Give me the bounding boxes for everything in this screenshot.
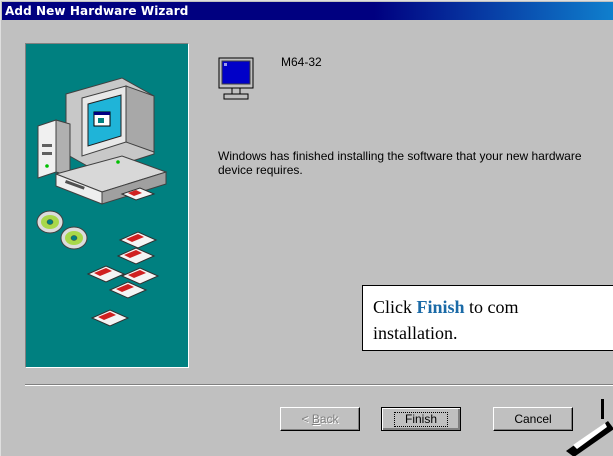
instruction-callout: Click Finish to com installation.: [362, 285, 613, 351]
completion-message: Windows has finished installing the soft…: [218, 149, 582, 177]
cancel-label: Cancel: [514, 412, 552, 426]
computer-illustration: [36, 77, 168, 327]
callout-suffix: to com: [464, 297, 519, 317]
window-title: Add New Hardware Wizard: [5, 4, 189, 18]
wizard-banner-image: [25, 43, 189, 368]
title-bar[interactable]: Add New Hardware Wizard: [2, 2, 613, 20]
callout-finish-keyword: Finish: [416, 297, 465, 317]
finish-button[interactable]: Finish: [381, 407, 461, 431]
monitor-icon: [218, 57, 254, 100]
pen-pointer-icon: [566, 399, 613, 456]
device-name: M64-32: [281, 55, 322, 69]
back-button[interactable]: < Back: [280, 407, 360, 431]
wizard-window: Add New Hardware Wizard M64-32 Windows h…: [0, 0, 613, 456]
callout-line2: installation.: [373, 323, 458, 343]
back-label: < Back: [301, 412, 339, 426]
finish-label: Finish: [393, 411, 448, 427]
callout-prefix: Click: [373, 297, 417, 317]
button-separator: [25, 384, 613, 386]
